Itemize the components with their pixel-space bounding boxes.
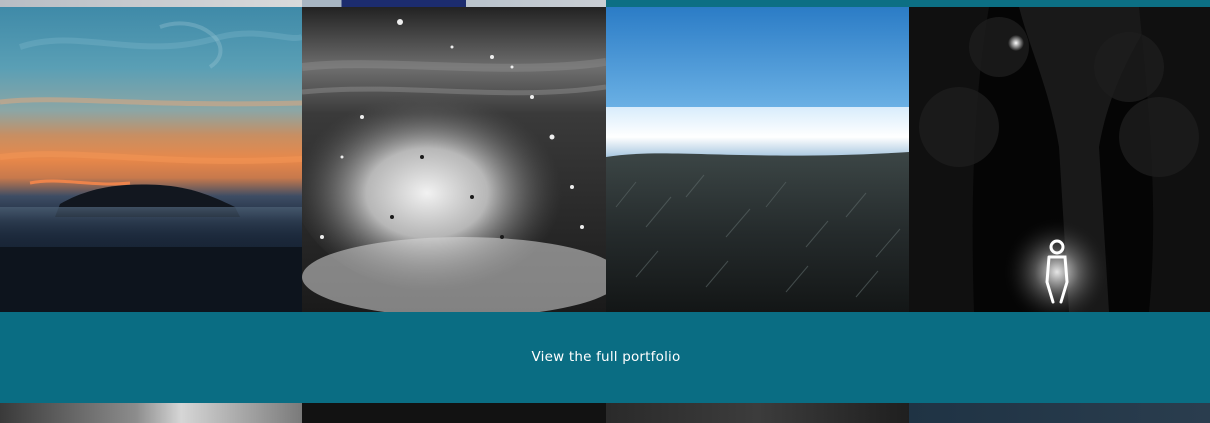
portfolio-cta-band: View the full portfolio <box>0 312 1210 403</box>
light-figure-image <box>909 7 1210 312</box>
photo-grid <box>0 7 1210 312</box>
next-photo-1[interactable] <box>0 403 302 423</box>
portfolio-photo-wave-splash[interactable] <box>302 7 606 312</box>
sea-grass-image <box>606 7 909 312</box>
next-photo-4[interactable] <box>909 403 1210 423</box>
next-row-strip <box>0 403 1210 423</box>
previous-accent-block <box>606 0 1210 7</box>
portfolio-photo-sunset-island[interactable] <box>0 7 302 312</box>
sunset-island-image <box>0 7 302 312</box>
view-full-portfolio-link[interactable]: View the full portfolio <box>532 349 681 365</box>
portfolio-photo-light-figure[interactable] <box>909 7 1210 312</box>
previous-photo-2[interactable] <box>302 0 606 7</box>
previous-row-strip <box>0 0 1210 7</box>
previous-photo-1[interactable] <box>0 0 302 7</box>
portfolio-photo-sea-grass[interactable] <box>606 7 909 312</box>
next-photo-3[interactable] <box>606 403 909 423</box>
wave-splash-image <box>302 7 606 312</box>
next-photo-2[interactable] <box>302 403 606 423</box>
